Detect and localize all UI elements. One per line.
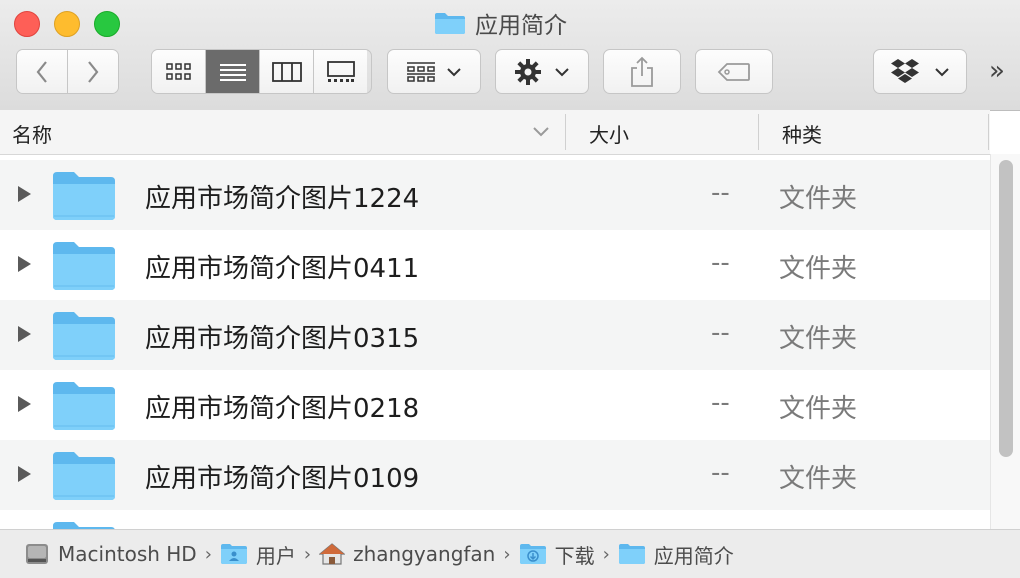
file-row[interactable]: 应用市场简介图片1224 -- 文件夹 <box>0 160 990 230</box>
hard-drive-icon <box>26 544 48 564</box>
column-divider[interactable] <box>758 114 759 150</box>
close-window-button[interactable] <box>14 11 40 37</box>
file-kind: 文件夹 <box>779 394 858 424</box>
back-button[interactable] <box>17 50 68 93</box>
maximize-window-button[interactable] <box>94 11 120 37</box>
path-item-users[interactable]: 用户 <box>220 540 296 569</box>
file-row[interactable]: 应用市场简介图片0109 -- 文件夹 <box>0 440 990 510</box>
file-name[interactable]: 应用市场简介图片0218 <box>145 388 419 425</box>
file-name[interactable]: 应用市场简介图片1224 <box>145 178 419 215</box>
file-name[interactable]: 应用市场简介图片0109 <box>145 458 419 495</box>
column-divider[interactable] <box>988 114 989 150</box>
share-icon <box>631 56 653 87</box>
file-size: -- <box>711 178 730 208</box>
tag-icon <box>717 62 750 81</box>
finder-window: 应用简介 » 名称 大小 种类 应用市场简介图片1224 -- 文件夹 应用市场… <box>0 0 1020 578</box>
icon-view-button[interactable] <box>152 50 206 93</box>
forward-button[interactable] <box>68 50 118 93</box>
column-name-header[interactable]: 名称 <box>12 119 52 148</box>
file-size: -- <box>711 248 730 278</box>
column-kind-header[interactable]: 种类 <box>782 119 822 148</box>
file-kind: 文件夹 <box>779 464 858 494</box>
path-item-label: Macintosh HD <box>58 542 197 566</box>
disclosure-triangle-icon[interactable] <box>17 186 31 202</box>
folder-icon <box>618 544 645 564</box>
path-separator: › <box>503 543 511 565</box>
file-row[interactable]: 应用市场简介图片0315 -- 文件夹 <box>0 300 990 370</box>
minimize-window-button[interactable] <box>54 11 80 37</box>
path-item-home[interactable]: zhangyangfan <box>319 542 495 566</box>
file-row[interactable]: 应用市场简介图片0411 -- 文件夹 <box>0 230 990 300</box>
folder-icon <box>53 522 115 529</box>
folder-icon <box>53 172 115 220</box>
home-icon <box>319 543 346 565</box>
window-title-text: 应用简介 <box>475 13 567 39</box>
chevron-down-icon <box>447 67 461 76</box>
path-separator: › <box>204 543 212 565</box>
path-separator: › <box>303 543 312 565</box>
column-size-header[interactable]: 大小 <box>589 119 629 148</box>
path-item-downloads[interactable]: 下载 <box>519 540 595 569</box>
toolbar: 应用简介 » <box>0 0 1020 111</box>
file-list: 应用市场简介图片1224 -- 文件夹 应用市场简介图片0411 -- 文件夹 … <box>0 160 990 529</box>
gallery-view-button[interactable] <box>314 50 367 93</box>
column-view-button[interactable] <box>260 50 314 93</box>
chevron-down-icon <box>935 67 949 76</box>
users-folder-icon <box>220 544 247 564</box>
path-bar: Macintosh HD › 用户 › zhangyangfan › 下载 › … <box>0 529 1020 578</box>
list-view-button[interactable] <box>206 50 260 93</box>
path-item-current-folder[interactable]: 应用简介 <box>618 540 734 569</box>
gear-icon <box>515 58 541 85</box>
dropbox-icon <box>891 58 919 83</box>
grid-icon <box>165 62 191 80</box>
file-row[interactable]: 应用市场简介图片0218 -- 文件夹 <box>0 370 990 440</box>
path-item-macintosh-hd[interactable]: Macintosh HD <box>24 541 197 567</box>
disclosure-triangle-icon[interactable] <box>17 256 31 272</box>
gallery-icon <box>326 60 355 82</box>
downloads-folder-icon <box>519 544 546 564</box>
group-by-icon <box>407 61 435 82</box>
path-item-label: 应用简介 <box>653 543 734 568</box>
chevron-right-icon <box>88 60 99 83</box>
column-header: 名称 大小 种类 <box>0 110 990 155</box>
view-mode-control <box>151 49 372 94</box>
file-kind: 文件夹 <box>779 324 858 354</box>
file-size: -- <box>711 318 730 348</box>
file-size: -- <box>711 458 730 488</box>
window-title: 应用简介 <box>434 8 567 39</box>
disclosure-triangle-icon[interactable] <box>17 396 31 412</box>
disclosure-triangle-icon[interactable] <box>17 466 31 482</box>
path-separator: › <box>602 543 610 565</box>
file-kind: 文件夹 <box>779 184 858 214</box>
folder-icon <box>53 312 115 360</box>
file-size: -- <box>711 388 730 418</box>
folder-icon <box>435 13 465 34</box>
folder-icon <box>53 382 115 430</box>
list-icon <box>219 63 246 81</box>
columns-icon <box>271 61 302 82</box>
double-chevron-icon: » <box>989 56 1005 86</box>
file-kind: 文件夹 <box>779 254 858 284</box>
file-name[interactable]: 应用市场简介图片0315 <box>145 318 419 355</box>
path-item-label: 用户 <box>255 543 296 568</box>
folder-icon <box>53 452 115 500</box>
toolbar-overflow-button[interactable]: » <box>982 56 1012 86</box>
sort-descending-icon[interactable] <box>532 126 550 138</box>
chevron-left-icon <box>36 60 47 83</box>
share-button[interactable] <box>603 49 681 94</box>
navigation-buttons <box>16 49 119 94</box>
disclosure-triangle-icon[interactable] <box>17 326 31 342</box>
action-menu-button[interactable] <box>495 49 589 94</box>
file-row[interactable] <box>0 510 990 529</box>
file-name[interactable]: 应用市场简介图片0411 <box>145 248 419 285</box>
scrollbar-thumb[interactable] <box>999 160 1013 457</box>
group-by-button[interactable] <box>387 49 481 94</box>
path-item-label: zhangyangfan <box>353 542 496 566</box>
column-divider[interactable] <box>565 114 566 150</box>
tag-button[interactable] <box>695 49 773 94</box>
chevron-down-icon <box>555 67 569 76</box>
dropbox-button[interactable] <box>873 49 967 94</box>
folder-icon <box>53 242 115 290</box>
path-item-label: 下载 <box>554 543 595 568</box>
